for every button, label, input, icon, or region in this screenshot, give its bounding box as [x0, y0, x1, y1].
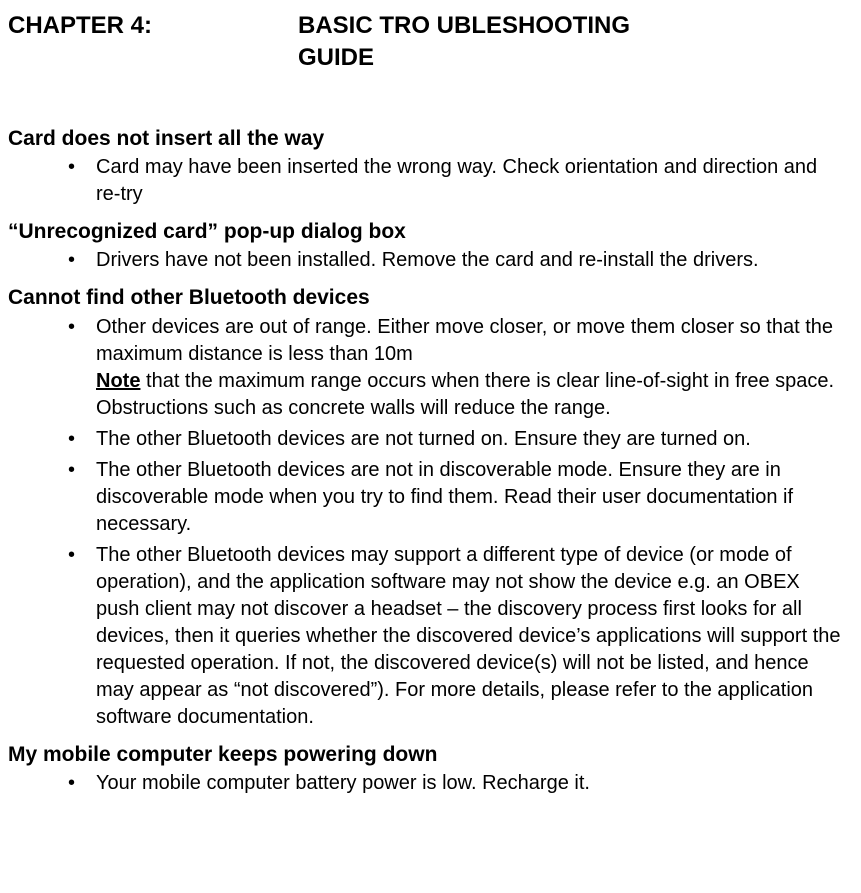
section-heading-unrecognized: “Unrecognized card” pop-up dialog box — [8, 218, 843, 245]
bullet-text: that the maximum range occurs when there… — [96, 370, 834, 419]
bullet-text: Your mobile computer battery power is lo… — [96, 772, 590, 794]
chapter-title-line2: GUIDE — [298, 44, 374, 71]
list-item: The other Bluetooth devices may support … — [68, 542, 843, 731]
section-heading-card-insert: Card does not insert all the way — [8, 125, 843, 152]
list-item: Drivers have not been installed. Remove … — [68, 247, 843, 274]
bullet-list: Drivers have not been installed. Remove … — [8, 247, 843, 274]
bullet-text: The other Bluetooth devices may support … — [96, 544, 841, 728]
chapter-title-line1: BASIC TRO UBLESHOOTING — [298, 12, 630, 39]
list-item: Card may have been inserted the wrong wa… — [68, 154, 843, 208]
section-heading-powering-down: My mobile computer keeps powering down — [8, 741, 843, 768]
bullet-list: Card may have been inserted the wrong wa… — [8, 154, 843, 208]
chapter-label: CHAPTER 4: — [8, 10, 298, 42]
bullet-text: Drivers have not been installed. Remove … — [96, 249, 759, 271]
list-item: Other devices are out of range. Either m… — [68, 314, 843, 422]
note-label: Note — [96, 370, 140, 392]
bullet-text: The other Bluetooth devices are not turn… — [96, 428, 751, 450]
bullet-list: Other devices are out of range. Either m… — [8, 314, 843, 731]
bullet-text: Other devices are out of range. Either m… — [96, 316, 833, 365]
bullet-text: The other Bluetooth devices are not in d… — [96, 459, 793, 535]
list-item: Your mobile computer battery power is lo… — [68, 770, 843, 797]
chapter-title: BASIC TRO UBLESHOOTING GUIDE — [298, 10, 843, 75]
chapter-header: CHAPTER 4: BASIC TRO UBLESHOOTING GUIDE — [8, 10, 843, 75]
bullet-list: Your mobile computer battery power is lo… — [8, 770, 843, 797]
list-item: The other Bluetooth devices are not in d… — [68, 457, 843, 538]
bullet-text: Card may have been inserted the wrong wa… — [96, 156, 817, 205]
list-item: The other Bluetooth devices are not turn… — [68, 426, 843, 453]
section-heading-cannot-find: Cannot find other Bluetooth devices — [8, 284, 843, 311]
